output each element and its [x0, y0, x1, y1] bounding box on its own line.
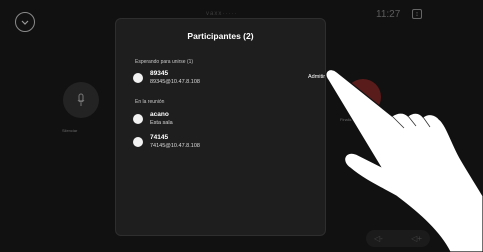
- layout-icon[interactable]: ↕: [412, 9, 422, 19]
- participant-name: 89345: [150, 70, 169, 77]
- dialog-title: Participantes (2): [187, 31, 254, 41]
- waiting-header: Esperando para unirse (1): [135, 59, 194, 65]
- avatar: [133, 73, 143, 83]
- microphone-icon: [77, 93, 85, 106]
- hand-pointer-icon: [325, 68, 483, 252]
- avatar: [133, 114, 143, 124]
- participant-name: acano: [150, 111, 169, 118]
- participant-row[interactable]: acano Esta sala: [133, 111, 313, 131]
- avatar: [133, 137, 143, 147]
- participant-address: 74145@10.47.8.108: [150, 143, 200, 149]
- mute-button[interactable]: [63, 82, 99, 118]
- chevron-down-icon: [21, 20, 29, 25]
- participant-status: Esta sala: [150, 120, 173, 126]
- participant-name: 74145: [150, 134, 169, 141]
- participant-row[interactable]: 74145 74145@10.47.8.108: [133, 134, 313, 154]
- collapse-button[interactable]: [15, 12, 35, 32]
- clock: 11:27: [376, 9, 401, 20]
- in-meeting-header: En la reunión: [135, 99, 165, 105]
- mute-label: Silenciar: [62, 128, 78, 133]
- participants-dialog: Participantes (2) Esperando para unirse …: [115, 18, 326, 236]
- participant-address: 89345@10.47.8.108: [150, 79, 200, 85]
- meeting-label: vaxx·····: [206, 11, 238, 17]
- waiting-participant[interactable]: 89345 89345@10.47.8.108 Admitir: [133, 70, 325, 90]
